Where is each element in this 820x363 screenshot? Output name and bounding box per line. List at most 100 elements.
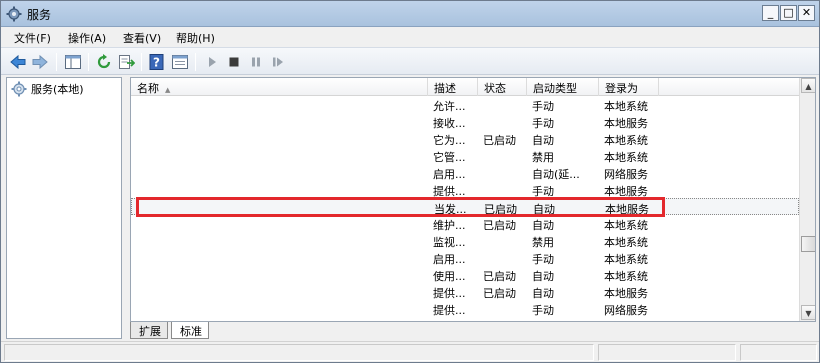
status-panel xyxy=(4,344,594,361)
column-header-filler xyxy=(659,78,799,96)
scroll-down-icon[interactable]: ▼ xyxy=(801,305,815,320)
column-header-label: 状态 xyxy=(484,82,506,95)
list-header: 名称 ▲ 描述 状态 启动类型 登录为 xyxy=(131,78,815,96)
help-icon[interactable]: ? xyxy=(148,53,166,71)
service-startup-type: 禁用 xyxy=(532,151,554,164)
service-startup-type: 自动 xyxy=(532,219,554,232)
service-description: 允许... xyxy=(433,100,466,113)
sort-ascending-icon: ▲ xyxy=(165,86,171,94)
service-description: 接收... xyxy=(433,117,466,130)
service-status: 已启动 xyxy=(483,219,516,232)
toolbar-separator xyxy=(88,53,89,71)
export-list-icon[interactable] xyxy=(117,53,135,71)
table-row[interactable]: Task Scheduler使用...已启动自动本地系统 xyxy=(131,266,799,283)
tree-item-label: 服务(本地) xyxy=(31,83,84,96)
service-log-on-as: 本地系统 xyxy=(604,236,648,249)
service-log-on-as: 本地系统 xyxy=(604,253,648,266)
table-row[interactable]: SoftEther VPN Client它为...已启动自动本地系统 xyxy=(131,130,799,147)
table-row[interactable]: SNMP Trap接收...手动本地服务 xyxy=(131,113,799,130)
service-description: 它为... xyxy=(433,134,466,147)
column-header-label: 描述 xyxy=(434,82,456,95)
console-tree: 服务(本地) xyxy=(6,77,122,339)
service-description: 启用... xyxy=(433,253,466,266)
menu-help[interactable]: 帮助(H) xyxy=(176,30,215,46)
gear-icon xyxy=(6,6,22,22)
column-header-label: 名称 xyxy=(137,82,159,95)
service-log-on-as: 本地系统 xyxy=(604,100,648,113)
service-log-on-as: 本地系统 xyxy=(604,219,648,232)
view-tabs: 扩展 标准 xyxy=(130,322,816,340)
tab-standard[interactable]: 标准 xyxy=(171,322,209,339)
service-description: 启用... xyxy=(433,168,466,181)
table-row[interactable]: Software Protection启用...自动(延...网络服务 xyxy=(131,164,799,181)
service-status: 已启动 xyxy=(483,270,516,283)
table-row[interactable]: SPP Notification Service提供...手动本地服务 xyxy=(131,181,799,198)
service-startup-type: 手动 xyxy=(532,185,554,198)
status-panel xyxy=(740,344,817,361)
close-button[interactable]: ✕ xyxy=(798,5,815,21)
refresh-icon[interactable] xyxy=(95,53,113,71)
properties-icon[interactable] xyxy=(171,53,189,71)
restart-service-icon[interactable] xyxy=(269,53,287,71)
menu-action[interactable]: 操作(A) xyxy=(68,30,106,46)
menu-view[interactable]: 查看(V) xyxy=(123,30,161,46)
service-log-on-as: 本地系统 xyxy=(604,134,648,147)
column-header-label: 启动类型 xyxy=(533,82,577,95)
table-row[interactable]: TCP/IP NetBIOS Helper提供...已启动自动本地服务 xyxy=(131,283,799,300)
column-header-startup-type[interactable]: 启动类型 xyxy=(527,78,599,96)
table-row[interactable]: Telephony提供...手动网络服务 xyxy=(131,300,799,317)
service-log-on-as: 本地服务 xyxy=(604,287,648,300)
toolbar-separator xyxy=(141,53,142,71)
table-row[interactable]: SSDP Discovery当发...已启动自动本地服务 xyxy=(131,197,799,217)
service-log-on-as: 网络服务 xyxy=(604,304,648,317)
column-header-status[interactable]: 状态 xyxy=(478,78,527,96)
service-startup-type: 自动 xyxy=(532,134,554,147)
pause-service-icon[interactable] xyxy=(247,53,265,71)
table-row[interactable]: Tablet PC Input Service启用...手动本地系统 xyxy=(131,249,799,266)
toolbar-separator xyxy=(56,53,57,71)
table-row[interactable]: System Event Notification Service监视...禁用… xyxy=(131,232,799,249)
show-hide-tree-icon[interactable] xyxy=(64,53,82,71)
service-startup-type: 自动 xyxy=(532,287,554,300)
column-header-name[interactable]: 名称 ▲ xyxy=(131,78,428,96)
service-startup-type: 手动 xyxy=(532,253,554,266)
service-log-on-as: 本地服务 xyxy=(604,117,648,130)
service-startup-type: 手动 xyxy=(532,117,554,130)
service-startup-type: 自动 xyxy=(532,270,554,283)
services-window: 服务 _ □ ✕ 文件(F) 操作(A) 查看(V) 帮助(H) ? 服务(本地… xyxy=(0,0,820,363)
back-arrow-icon[interactable] xyxy=(9,53,27,71)
column-header-label: 登录为 xyxy=(605,82,638,95)
table-row[interactable]: SoftEther VPN Server它管...禁用本地系统 xyxy=(131,147,799,164)
service-description: 使用... xyxy=(433,270,466,283)
services-list: 名称▲ 描述 状态 启动类型 登录为 Smart Card Removal Po… xyxy=(130,77,816,322)
scrollbar-thumb[interactable] xyxy=(801,236,815,252)
service-description: 提供... xyxy=(433,304,466,317)
service-startup-type: 手动 xyxy=(532,100,554,113)
title-bar[interactable]: 服务 _ □ ✕ xyxy=(1,1,819,27)
stop-service-icon[interactable] xyxy=(225,53,243,71)
status-bar xyxy=(1,341,819,362)
start-service-icon[interactable] xyxy=(203,53,221,71)
status-panel xyxy=(598,344,736,361)
service-description: 提供... xyxy=(433,185,466,198)
table-row[interactable]: Smart Card Removal Policy允许...手动本地系统 xyxy=(131,96,799,113)
column-header-description[interactable]: 描述 xyxy=(428,78,478,96)
gear-icon xyxy=(11,81,27,97)
service-log-on-as: 本地系统 xyxy=(604,270,648,283)
minimize-button[interactable]: _ xyxy=(762,5,779,21)
service-log-on-as: 本地服务 xyxy=(604,185,648,198)
toolbar: ? xyxy=(1,47,819,75)
scroll-up-icon[interactable]: ▲ xyxy=(801,78,815,93)
svg-text:?: ? xyxy=(153,56,160,70)
forward-arrow-icon[interactable] xyxy=(31,53,49,71)
table-row[interactable]: Superfetch维护...已启动自动本地系统 xyxy=(131,215,799,232)
vertical-scrollbar[interactable]: ▲ ▼ xyxy=(799,78,815,321)
maximize-button[interactable]: □ xyxy=(780,5,797,21)
service-startup-type: 自动(延... xyxy=(532,168,580,181)
menu-file[interactable]: 文件(F) xyxy=(14,30,51,46)
column-header-log-on-as[interactable]: 登录为 xyxy=(599,78,659,96)
service-log-on-as: 网络服务 xyxy=(604,168,648,181)
tab-extended[interactable]: 扩展 xyxy=(130,322,168,339)
service-startup-type: 禁用 xyxy=(532,236,554,249)
service-startup-type: 手动 xyxy=(532,304,554,317)
